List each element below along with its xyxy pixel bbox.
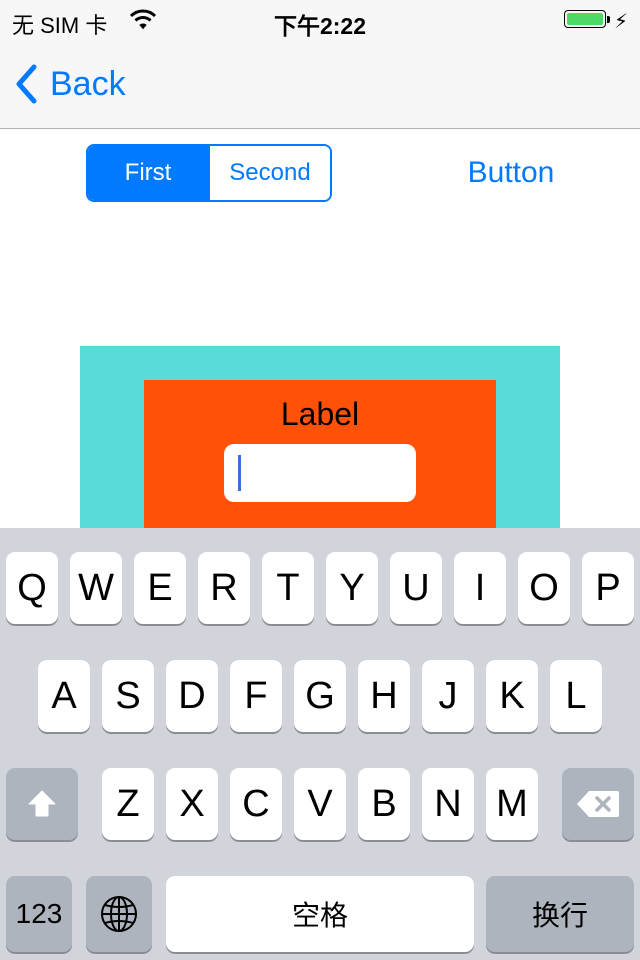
shift-arrow-icon: [28, 790, 56, 817]
key-l[interactable]: L: [550, 660, 602, 732]
back-label: Back: [50, 64, 126, 103]
key-q[interactable]: Q: [6, 552, 58, 624]
back-button[interactable]: Back: [14, 62, 126, 106]
delete-key[interactable]: [562, 768, 634, 840]
navigation-bar: Back: [0, 40, 640, 129]
key-s[interactable]: S: [102, 660, 154, 732]
key-f[interactable]: F: [230, 660, 282, 732]
key-o[interactable]: O: [518, 552, 570, 624]
space-key[interactable]: 空格: [166, 876, 474, 952]
charging-bolt-icon: ⚡︎: [614, 11, 629, 33]
key-i[interactable]: I: [454, 552, 506, 624]
key-z[interactable]: Z: [102, 768, 154, 840]
keyboard: Q W E R T Y U I O P A S D F G H J K L Z …: [0, 528, 640, 960]
status-bar: 无 SIM 卡 下午2:22 ⚡︎: [0, 0, 640, 40]
key-e[interactable]: E: [134, 552, 186, 624]
key-m[interactable]: M: [486, 768, 538, 840]
segment-second[interactable]: Second: [210, 146, 330, 200]
status-time: 下午2:22: [273, 13, 367, 39]
globe-icon: [101, 896, 137, 932]
key-g[interactable]: G: [294, 660, 346, 732]
key-d[interactable]: D: [166, 660, 218, 732]
key-p[interactable]: P: [582, 552, 634, 624]
label: Label: [280, 396, 360, 432]
delete-backspace-icon: [577, 791, 619, 817]
key-r[interactable]: R: [198, 552, 250, 624]
numbers-key[interactable]: 123: [6, 876, 72, 952]
key-x[interactable]: X: [166, 768, 218, 840]
return-key[interactable]: 换行: [486, 876, 634, 952]
key-y[interactable]: Y: [326, 552, 378, 624]
key-v[interactable]: V: [294, 768, 346, 840]
key-j[interactable]: J: [422, 660, 474, 732]
segment-first[interactable]: First: [88, 146, 210, 200]
globe-key[interactable]: [86, 876, 152, 952]
key-t[interactable]: T: [262, 552, 314, 624]
shift-key[interactable]: [6, 768, 78, 840]
key-c[interactable]: C: [230, 768, 282, 840]
chevron-left-icon: [16, 64, 37, 104]
button[interactable]: Button: [446, 156, 576, 190]
key-a[interactable]: A: [38, 660, 90, 732]
key-n[interactable]: N: [422, 768, 474, 840]
key-b[interactable]: B: [358, 768, 410, 840]
segmented-control: First Second: [86, 144, 332, 202]
text-field[interactable]: [224, 444, 416, 502]
battery-icon: [564, 10, 610, 30]
text-cursor: [238, 455, 241, 491]
key-w[interactable]: W: [70, 552, 122, 624]
key-u[interactable]: U: [390, 552, 442, 624]
key-k[interactable]: K: [486, 660, 538, 732]
key-h[interactable]: H: [358, 660, 410, 732]
